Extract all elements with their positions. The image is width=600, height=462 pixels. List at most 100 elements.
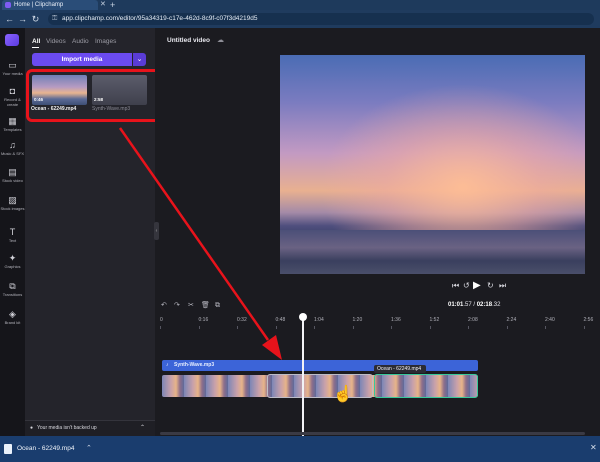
active-tab-indicator	[32, 47, 39, 48]
timeline-scrollbar[interactable]	[160, 432, 585, 435]
url-text[interactable]: app.clipchamp.com/editor/95a34319-c17e-4…	[62, 13, 258, 25]
sidebar-item-record-create[interactable]: ◘ Record & create	[0, 86, 25, 107]
clipchamp-logo-icon[interactable]	[5, 34, 19, 46]
audio-track-clip[interactable]: Synth-Wave.mp3	[162, 360, 478, 371]
sidebar-item-label: Text	[8, 238, 17, 243]
ruler-tick-mark	[391, 326, 392, 329]
download-options-chevron-icon[interactable]: ⌃	[86, 444, 92, 454]
tab-close-icon[interactable]: ✕	[100, 0, 106, 10]
sidebar-item-brand-kit[interactable]: ◈ Brand kit	[0, 309, 25, 325]
ruler-tick-label: 1:52	[429, 317, 440, 323]
ruler-tick-label: 2:40	[545, 317, 555, 323]
brand-kit-icon: ◈	[9, 309, 16, 319]
timeline-ruler[interactable]	[155, 315, 590, 325]
tab-title: Home | Clipchamp	[14, 2, 64, 8]
ruler-tick-mark	[237, 326, 238, 329]
tab-audio[interactable]: Audio	[72, 38, 89, 46]
hand-cursor-icon: ☝	[333, 386, 353, 403]
tab-all[interactable]: All	[32, 38, 40, 46]
sidebar-item-graphics[interactable]: ✦ Graphics	[0, 253, 25, 269]
undo-icon[interactable]: ↶	[161, 301, 167, 310]
browser-tab[interactable]: Home | Clipchamp	[2, 0, 98, 10]
tab-images[interactable]: Images	[95, 38, 116, 46]
sidebar-item-stock-video[interactable]: ▤ Stock video	[0, 167, 25, 183]
sidebar-item-label: Music & SFX	[0, 151, 25, 156]
split-icon[interactable]: ✂	[188, 301, 194, 310]
sidebar-item-label: Stock images	[0, 206, 25, 211]
sidebar-item-text[interactable]: T Text	[0, 227, 25, 243]
sidebar-item-templates[interactable]: ▦ Templates	[0, 116, 25, 132]
tab-videos[interactable]: Videos	[46, 38, 66, 46]
sidebar-item-transitions[interactable]: ⧉ Transitions	[0, 281, 25, 297]
expand-chevron-icon[interactable]: ⌃	[140, 424, 145, 432]
reload-button[interactable]: ↻	[30, 10, 41, 28]
clipchamp-favicon-icon	[5, 2, 11, 8]
camera-icon: ◘	[9, 86, 16, 96]
forward-5s-icon[interactable]: ↻	[487, 281, 494, 291]
collapse-panel-handle[interactable]: ‹	[154, 222, 159, 240]
warning-icon: ●	[30, 425, 34, 431]
ruler-tick-mark	[160, 326, 161, 329]
ruler-tick-label: 2:56	[583, 317, 594, 323]
sidebar-item-label: Transitions	[2, 292, 23, 297]
current-time-fraction: .57	[463, 302, 472, 308]
ruler-tick-label: 2:24	[506, 317, 517, 323]
site-info-icon[interactable]: ⚿	[52, 14, 57, 24]
close-download-bar-icon[interactable]: ✕	[590, 443, 597, 453]
download-file-name[interactable]: Ocean - 62249.mp4	[17, 444, 74, 454]
ruler-tick-mark	[429, 326, 431, 329]
sidebar-item-label: Graphics	[4, 264, 21, 269]
ruler-tick-label: 1:36	[391, 317, 401, 323]
skip-forward-icon[interactable]: ⏭	[499, 281, 506, 291]
sidebar-item-label: Templates	[3, 127, 22, 132]
ruler-tick-mark	[545, 326, 546, 329]
sidebar-item-label: Brand kit	[4, 320, 21, 325]
folder-icon: ▭	[8, 60, 17, 70]
ruler-tick-mark	[275, 326, 277, 329]
ruler-tick-label: 1:20	[352, 317, 363, 323]
stock-images-icon: ▨	[8, 195, 17, 205]
transitions-icon: ⧉	[9, 281, 16, 291]
video-preview-sea	[280, 230, 585, 274]
ruler-tick-label: 0:48	[275, 317, 286, 323]
time-readout: 01:01.57 / 02:18.32	[448, 301, 500, 310]
video-clip-hovered[interactable]	[267, 374, 373, 398]
delete-icon[interactable]: 🗑	[201, 301, 210, 310]
forward-button[interactable]: →	[17, 10, 28, 28]
ruler-tick-mark	[314, 326, 315, 329]
video-clip-ocean[interactable]	[374, 374, 478, 398]
annotation-highlight-box	[26, 69, 164, 122]
ruler-tick-mark	[506, 326, 508, 329]
back-button[interactable]: ←	[4, 10, 15, 28]
play-button[interactable]: ▶	[473, 281, 481, 291]
music-note-icon: ♪	[166, 362, 169, 368]
ruler-tick-label: 0	[160, 317, 163, 323]
sidebar-item-your-media[interactable]: ▭ Your media	[0, 60, 25, 76]
playhead-line	[302, 318, 304, 436]
total-time: 02:18	[476, 302, 493, 308]
music-icon: ♫	[9, 140, 16, 150]
import-media-button[interactable]: Import media	[32, 53, 132, 66]
sidebar-item-music-sfx[interactable]: ♫ Music & SFX	[0, 140, 25, 156]
ruler-tick-mark	[468, 326, 469, 329]
ruler-tick-label: 1:04	[314, 317, 324, 323]
stock-video-icon: ▤	[8, 167, 17, 177]
sidebar-item-stock-images[interactable]: ▨ Stock images	[0, 195, 25, 211]
ruler-tick-mark	[198, 326, 200, 329]
ruler-tick-label: 0:32	[237, 317, 247, 323]
clip-name-tooltip: Ocean - 62249.mp4	[374, 365, 426, 373]
import-options-chevron-icon[interactable]: ⌄	[133, 53, 146, 66]
backup-text: Your media isn't backed up	[37, 425, 97, 431]
project-title[interactable]: Untitled video	[167, 37, 210, 45]
redo-icon[interactable]: ↷	[174, 301, 180, 310]
new-tab-button[interactable]: +	[110, 0, 115, 10]
current-time: 01:01	[448, 302, 464, 308]
sidebar-item-label: Your media	[2, 71, 23, 76]
text-icon: T	[9, 227, 16, 237]
duplicate-icon[interactable]: ⧉	[215, 301, 220, 310]
playhead-handle[interactable]	[299, 313, 307, 321]
rewind-5s-icon[interactable]: ↺	[463, 281, 470, 291]
ruler-tick-label: 0:16	[198, 317, 209, 323]
sidebar-item-label: Record & create	[4, 97, 21, 107]
skip-back-icon[interactable]: ⏮	[452, 281, 459, 291]
